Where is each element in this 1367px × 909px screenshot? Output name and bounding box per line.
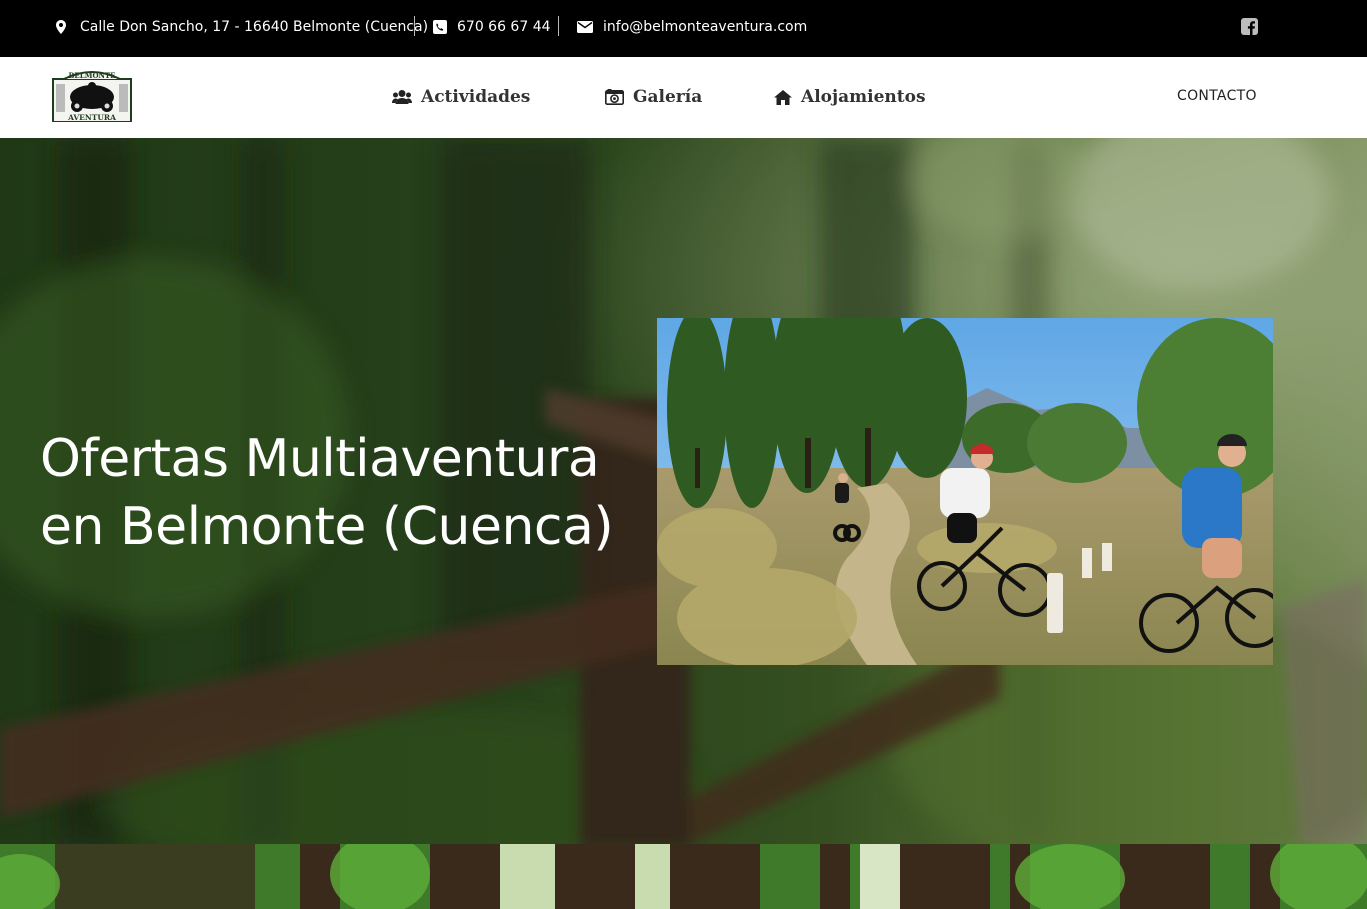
- users-icon: [392, 90, 412, 104]
- camera-icon: [605, 89, 624, 105]
- map-marker-icon: [56, 20, 66, 34]
- nav-label: Actividades: [421, 87, 531, 107]
- email-text[interactable]: info@belmonteaventura.com: [603, 19, 807, 35]
- nav-label: Galería: [633, 87, 703, 107]
- phone-icon: [433, 20, 447, 34]
- phone-text[interactable]: 670 66 67 44: [457, 19, 551, 35]
- phone-item[interactable]: 670 66 67 44: [433, 17, 551, 37]
- hero-title-line1: Ofertas Multiaventura: [40, 429, 600, 489]
- hero-title: Ofertas Multiaventura en Belmonte (Cuenc…: [40, 425, 660, 561]
- site-logo[interactable]: BELMONTE AVENTURA: [52, 69, 132, 122]
- forest-strip-footer-image: [0, 844, 1367, 909]
- nav-actividades[interactable]: Actividades: [392, 85, 530, 109]
- logo-top-text: BELMONTE: [69, 71, 116, 80]
- top-contact-bar: Calle Don Sancho, 17 - 16640 Belmonte (C…: [0, 0, 1367, 57]
- nav-galeria[interactable]: Galería: [605, 85, 702, 109]
- logo-bottom-text: AVENTURA: [67, 113, 116, 122]
- hero-title-line2: en Belmonte (Cuenca): [40, 497, 614, 557]
- envelope-icon: [577, 21, 593, 33]
- divider: [414, 16, 415, 36]
- facebook-icon[interactable]: [1241, 18, 1258, 35]
- hero-photo-cyclists: [657, 318, 1273, 665]
- address-text: Calle Don Sancho, 17 - 16640 Belmonte (C…: [80, 19, 429, 35]
- nav-label: Alojamientos: [801, 87, 926, 107]
- contact-link[interactable]: CONTACTO: [1177, 88, 1257, 104]
- divider: [558, 16, 559, 36]
- email-item[interactable]: info@belmonteaventura.com: [577, 17, 807, 37]
- address-item: Calle Don Sancho, 17 - 16640 Belmonte (C…: [56, 17, 428, 37]
- home-icon: [774, 89, 792, 105]
- nav-alojamientos[interactable]: Alojamientos: [774, 85, 926, 109]
